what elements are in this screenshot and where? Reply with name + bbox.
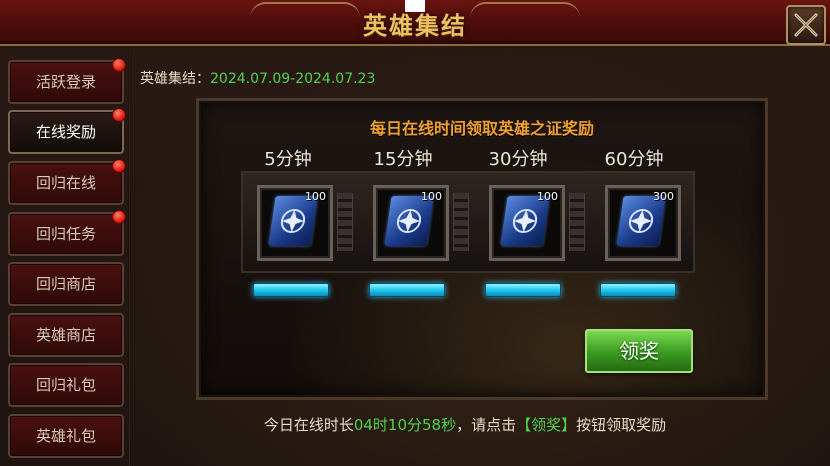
hint-prefix: 今日在线时长 xyxy=(263,416,354,434)
chain-divider xyxy=(569,193,585,251)
reward-slot[interactable]: 100 xyxy=(489,185,565,261)
close-icon xyxy=(794,13,818,37)
online-time-hint: 今日在线时长04时10分58秒，请点击【领奖】按钮领取奖励 xyxy=(140,414,790,435)
chain-divider xyxy=(453,193,469,251)
sidebar-item-label: 英雄商店 xyxy=(35,326,96,344)
event-label: 英雄集结： xyxy=(140,71,210,87)
chain-divider xyxy=(337,193,353,251)
sidebar-item-label: 回归商店 xyxy=(35,275,96,293)
hero-token-icon xyxy=(500,196,550,246)
sidebar-item-label: 回归礼包 xyxy=(35,376,96,394)
notification-dot xyxy=(112,108,126,122)
progress-bar xyxy=(600,283,676,297)
reward-slot-strip: 100 100 100 300 xyxy=(241,171,695,273)
event-date-range: 2024.07.09-2024.07.23 xyxy=(210,71,376,87)
notification-dot xyxy=(112,159,126,173)
sidebar-item-label: 活跃登录 xyxy=(35,73,96,91)
reward-slot[interactable]: 300 xyxy=(605,185,681,261)
sidebar: 活跃登录 在线奖励 回归在线 回归任务 回归商店 英雄商店 回归礼包 英雄礼包 xyxy=(4,56,126,462)
online-duration: 04时10分58秒 xyxy=(353,416,457,434)
progress-bar xyxy=(485,283,561,297)
reward-time-label: 60分钟 xyxy=(604,149,664,170)
reward-quantity: 100 xyxy=(537,190,558,203)
sidebar-item-return-shop[interactable]: 回归商店 xyxy=(8,262,124,306)
reward-quantity: 300 xyxy=(653,190,674,203)
claim-button[interactable]: 领奖 xyxy=(585,329,693,373)
reward-slot[interactable]: 100 xyxy=(373,185,449,261)
sidebar-item-label: 英雄礼包 xyxy=(35,427,96,445)
sidebar-item-label: 回归在线 xyxy=(35,174,96,192)
sidebar-item-hero-shop[interactable]: 英雄商店 xyxy=(8,313,124,357)
progress-bar xyxy=(253,283,329,297)
hint-claim-ref: 【领奖】 xyxy=(516,416,577,434)
reward-time-label: 30分钟 xyxy=(488,149,548,170)
sidebar-item-return-online[interactable]: 回归在线 xyxy=(8,159,126,205)
notification-dot xyxy=(112,58,126,72)
sidebar-item-online-reward[interactable]: 在线奖励 xyxy=(8,108,126,154)
reward-time-label: 15分钟 xyxy=(373,149,433,170)
progress-bar xyxy=(369,283,445,297)
reward-quantity: 100 xyxy=(305,190,326,203)
panel-title: 每日在线时间领取英雄之证奖励 xyxy=(369,119,594,138)
sidebar-item-label: 在线奖励 xyxy=(35,123,96,141)
reward-time-label: 5分钟 xyxy=(264,149,312,170)
top-marker xyxy=(405,0,425,12)
sidebar-item-active-login[interactable]: 活跃登录 xyxy=(8,58,126,104)
event-period: 英雄集结：2024.07.09-2024.07.23 xyxy=(140,68,375,88)
reward-slot[interactable]: 100 xyxy=(257,185,333,261)
sidebar-item-hero-pack[interactable]: 英雄礼包 xyxy=(8,414,124,458)
notification-dot xyxy=(112,210,126,224)
hero-token-icon xyxy=(268,196,318,246)
sidebar-divider xyxy=(128,50,131,466)
sidebar-item-return-task[interactable]: 回归任务 xyxy=(8,210,126,256)
hero-token-icon xyxy=(616,196,666,246)
hero-token-icon xyxy=(384,196,434,246)
hint-suffix: 按钮领取奖励 xyxy=(576,416,667,434)
hint-middle: ，请点击 xyxy=(456,416,517,434)
sidebar-item-label: 回归任务 xyxy=(35,225,96,243)
reward-quantity: 100 xyxy=(421,190,442,203)
game-window: 英雄集结 活跃登录 在线奖励 回归在线 回归任务 回归商店 英雄商店 回归礼包 … xyxy=(0,0,830,466)
reward-panel: 每日在线时间领取英雄之证奖励 5分钟 15分钟 30分钟 60分钟 100 10… xyxy=(196,98,768,400)
close-button[interactable] xyxy=(786,5,826,45)
sidebar-item-return-pack[interactable]: 回归礼包 xyxy=(8,363,124,407)
